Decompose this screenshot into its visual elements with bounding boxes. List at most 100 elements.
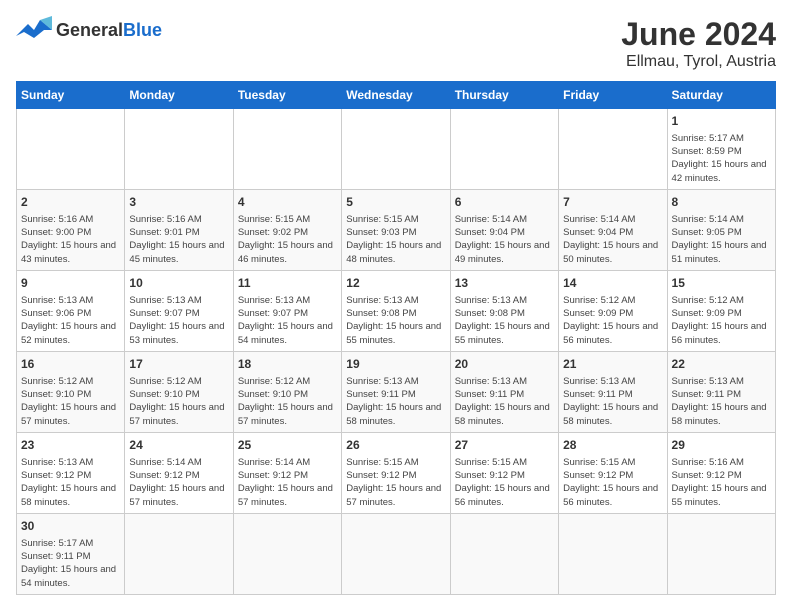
calendar-week-row: 23 Sunrise: 5:13 AM Sunset: 9:12 PM Dayli… [17,432,776,513]
day-info: Sunrise: 5:13 AM Sunset: 9:07 PM Dayligh… [238,294,337,347]
day-info: Sunrise: 5:15 AM Sunset: 9:12 PM Dayligh… [455,456,554,509]
day-info: Sunrise: 5:12 AM Sunset: 9:10 PM Dayligh… [21,375,120,428]
day-info: Sunrise: 5:14 AM Sunset: 9:04 PM Dayligh… [455,213,554,266]
header-tuesday: Tuesday [233,82,341,109]
day-info: Sunrise: 5:17 AM Sunset: 8:59 PM Dayligh… [672,132,771,185]
calendar-cell: 19 Sunrise: 5:13 AM Sunset: 9:11 PM Dayli… [342,351,450,432]
day-info: Sunrise: 5:16 AM Sunset: 9:00 PM Dayligh… [21,213,120,266]
day-number: 2 [21,194,120,211]
calendar-cell: 25Sunrise: 5:14 AM Sunset: 9:12 PM Dayli… [233,432,341,513]
day-info: Sunrise: 5:14 AM Sunset: 9:04 PM Dayligh… [563,213,662,266]
calendar-cell: 7 Sunrise: 5:14 AM Sunset: 9:04 PM Daylig… [559,189,667,270]
day-number: 29 [672,437,771,454]
calendar-cell [559,513,667,594]
header-thursday: Thursday [450,82,558,109]
calendar-week-row: 9 Sunrise: 5:13 AM Sunset: 9:06 PM Daylig… [17,270,776,351]
day-number: 18 [238,356,337,373]
day-number: 1 [672,113,771,130]
calendar-cell [125,109,233,190]
calendar-cell: 6 Sunrise: 5:14 AM Sunset: 9:04 PM Daylig… [450,189,558,270]
day-number: 6 [455,194,554,211]
calendar-cell: 3 Sunrise: 5:16 AM Sunset: 9:01 PM Daylig… [125,189,233,270]
day-number: 26 [346,437,445,454]
calendar-title-block: June 2024 Ellmau, Tyrol, Austria [621,16,776,71]
day-number: 22 [672,356,771,373]
day-number: 7 [563,194,662,211]
day-number: 27 [455,437,554,454]
day-info: Sunrise: 5:15 AM Sunset: 9:12 PM Dayligh… [346,456,445,509]
day-number: 12 [346,275,445,292]
day-info: Sunrise: 5:12 AM Sunset: 9:10 PM Dayligh… [238,375,337,428]
calendar-cell: 10Sunrise: 5:13 AM Sunset: 9:07 PM Dayli… [125,270,233,351]
day-info: Sunrise: 5:16 AM Sunset: 9:01 PM Dayligh… [129,213,228,266]
calendar-cell: 16Sunrise: 5:12 AM Sunset: 9:10 PM Dayli… [17,351,125,432]
calendar-cell [17,109,125,190]
day-info: Sunrise: 5:12 AM Sunset: 9:09 PM Dayligh… [563,294,662,347]
calendar-cell: 9 Sunrise: 5:13 AM Sunset: 9:06 PM Daylig… [17,270,125,351]
calendar-cell: 13 Sunrise: 5:13 AM Sunset: 9:08 PM Dayli… [450,270,558,351]
calendar-cell [450,513,558,594]
calendar-cell [233,109,341,190]
day-info: Sunrise: 5:13 AM Sunset: 9:08 PM Dayligh… [346,294,445,347]
day-info: Sunrise: 5:13 AM Sunset: 9:08 PM Dayligh… [455,294,554,347]
day-number: 30 [21,518,120,535]
day-info: Sunrise: 5:14 AM Sunset: 9:12 PM Dayligh… [129,456,228,509]
calendar-header-row: SundayMondayTuesdayWednesdayThursdayFrid… [17,82,776,109]
calendar-week-row: 1 Sunrise: 5:17 AM Sunset: 8:59 PM Daylig… [17,109,776,190]
day-number: 11 [238,275,337,292]
day-info: Sunrise: 5:13 AM Sunset: 9:11 PM Dayligh… [455,375,554,428]
calendar-month-year: June 2024 [621,16,776,53]
logo-text: GeneralBlue [56,20,162,41]
calendar-week-row: 2 Sunrise: 5:16 AM Sunset: 9:00 PM Daylig… [17,189,776,270]
day-number: 9 [21,275,120,292]
calendar-cell: 28 Sunrise: 5:15 AM Sunset: 9:12 PM Dayli… [559,432,667,513]
day-number: 20 [455,356,554,373]
calendar-cell: 1 Sunrise: 5:17 AM Sunset: 8:59 PM Daylig… [667,109,775,190]
day-number: 17 [129,356,228,373]
day-number: 13 [455,275,554,292]
header-monday: Monday [125,82,233,109]
calendar-cell: 29 Sunrise: 5:16 AM Sunset: 9:12 PM Dayli… [667,432,775,513]
day-info: Sunrise: 5:17 AM Sunset: 9:11 PM Dayligh… [21,537,120,590]
day-number: 19 [346,356,445,373]
calendar-cell: 18 Sunrise: 5:12 AM Sunset: 9:10 PM Dayli… [233,351,341,432]
day-info: Sunrise: 5:16 AM Sunset: 9:12 PM Dayligh… [672,456,771,509]
day-info: Sunrise: 5:13 AM Sunset: 9:11 PM Dayligh… [563,375,662,428]
header-friday: Friday [559,82,667,109]
calendar-cell: 8Sunrise: 5:14 AM Sunset: 9:05 PM Daylig… [667,189,775,270]
day-number: 5 [346,194,445,211]
day-number: 25 [238,437,337,454]
day-info: Sunrise: 5:13 AM Sunset: 9:12 PM Dayligh… [21,456,120,509]
calendar-cell [342,109,450,190]
day-number: 28 [563,437,662,454]
day-info: Sunrise: 5:13 AM Sunset: 9:11 PM Dayligh… [346,375,445,428]
calendar-cell: 2 Sunrise: 5:16 AM Sunset: 9:00 PM Daylig… [17,189,125,270]
day-number: 15 [672,275,771,292]
day-info: Sunrise: 5:15 AM Sunset: 9:03 PM Dayligh… [346,213,445,266]
calendar-cell: 24 Sunrise: 5:14 AM Sunset: 9:12 PM Dayli… [125,432,233,513]
day-number: 14 [563,275,662,292]
day-info: Sunrise: 5:13 AM Sunset: 9:11 PM Dayligh… [672,375,771,428]
calendar-cell [342,513,450,594]
calendar-cell: 4Sunrise: 5:15 AM Sunset: 9:02 PM Daylig… [233,189,341,270]
day-info: Sunrise: 5:13 AM Sunset: 9:06 PM Dayligh… [21,294,120,347]
day-info: Sunrise: 5:15 AM Sunset: 9:12 PM Dayligh… [563,456,662,509]
calendar-cell [450,109,558,190]
calendar-cell: 22 Sunrise: 5:13 AM Sunset: 9:11 PM Dayli… [667,351,775,432]
calendar-week-row: 30 Sunrise: 5:17 AM Sunset: 9:11 PM Dayli… [17,513,776,594]
calendar-cell: 5 Sunrise: 5:15 AM Sunset: 9:03 PM Daylig… [342,189,450,270]
calendar-cell: 17Sunrise: 5:12 AM Sunset: 9:10 PM Dayli… [125,351,233,432]
day-number: 24 [129,437,228,454]
calendar-cell: 12 Sunrise: 5:13 AM Sunset: 9:08 PM Dayli… [342,270,450,351]
calendar-cell: 23 Sunrise: 5:13 AM Sunset: 9:12 PM Dayli… [17,432,125,513]
calendar-cell: 14 Sunrise: 5:12 AM Sunset: 9:09 PM Dayli… [559,270,667,351]
calendar-cell: 30 Sunrise: 5:17 AM Sunset: 9:11 PM Dayli… [17,513,125,594]
calendar-week-row: 16Sunrise: 5:12 AM Sunset: 9:10 PM Dayli… [17,351,776,432]
logo: GeneralBlue [16,16,162,44]
calendar-location: Ellmau, Tyrol, Austria [621,53,776,71]
page-header: GeneralBlue June 2024 Ellmau, Tyrol, Aus… [16,16,776,71]
day-number: 3 [129,194,228,211]
day-number: 23 [21,437,120,454]
calendar-cell: 11 Sunrise: 5:13 AM Sunset: 9:07 PM Dayli… [233,270,341,351]
day-info: Sunrise: 5:12 AM Sunset: 9:09 PM Dayligh… [672,294,771,347]
